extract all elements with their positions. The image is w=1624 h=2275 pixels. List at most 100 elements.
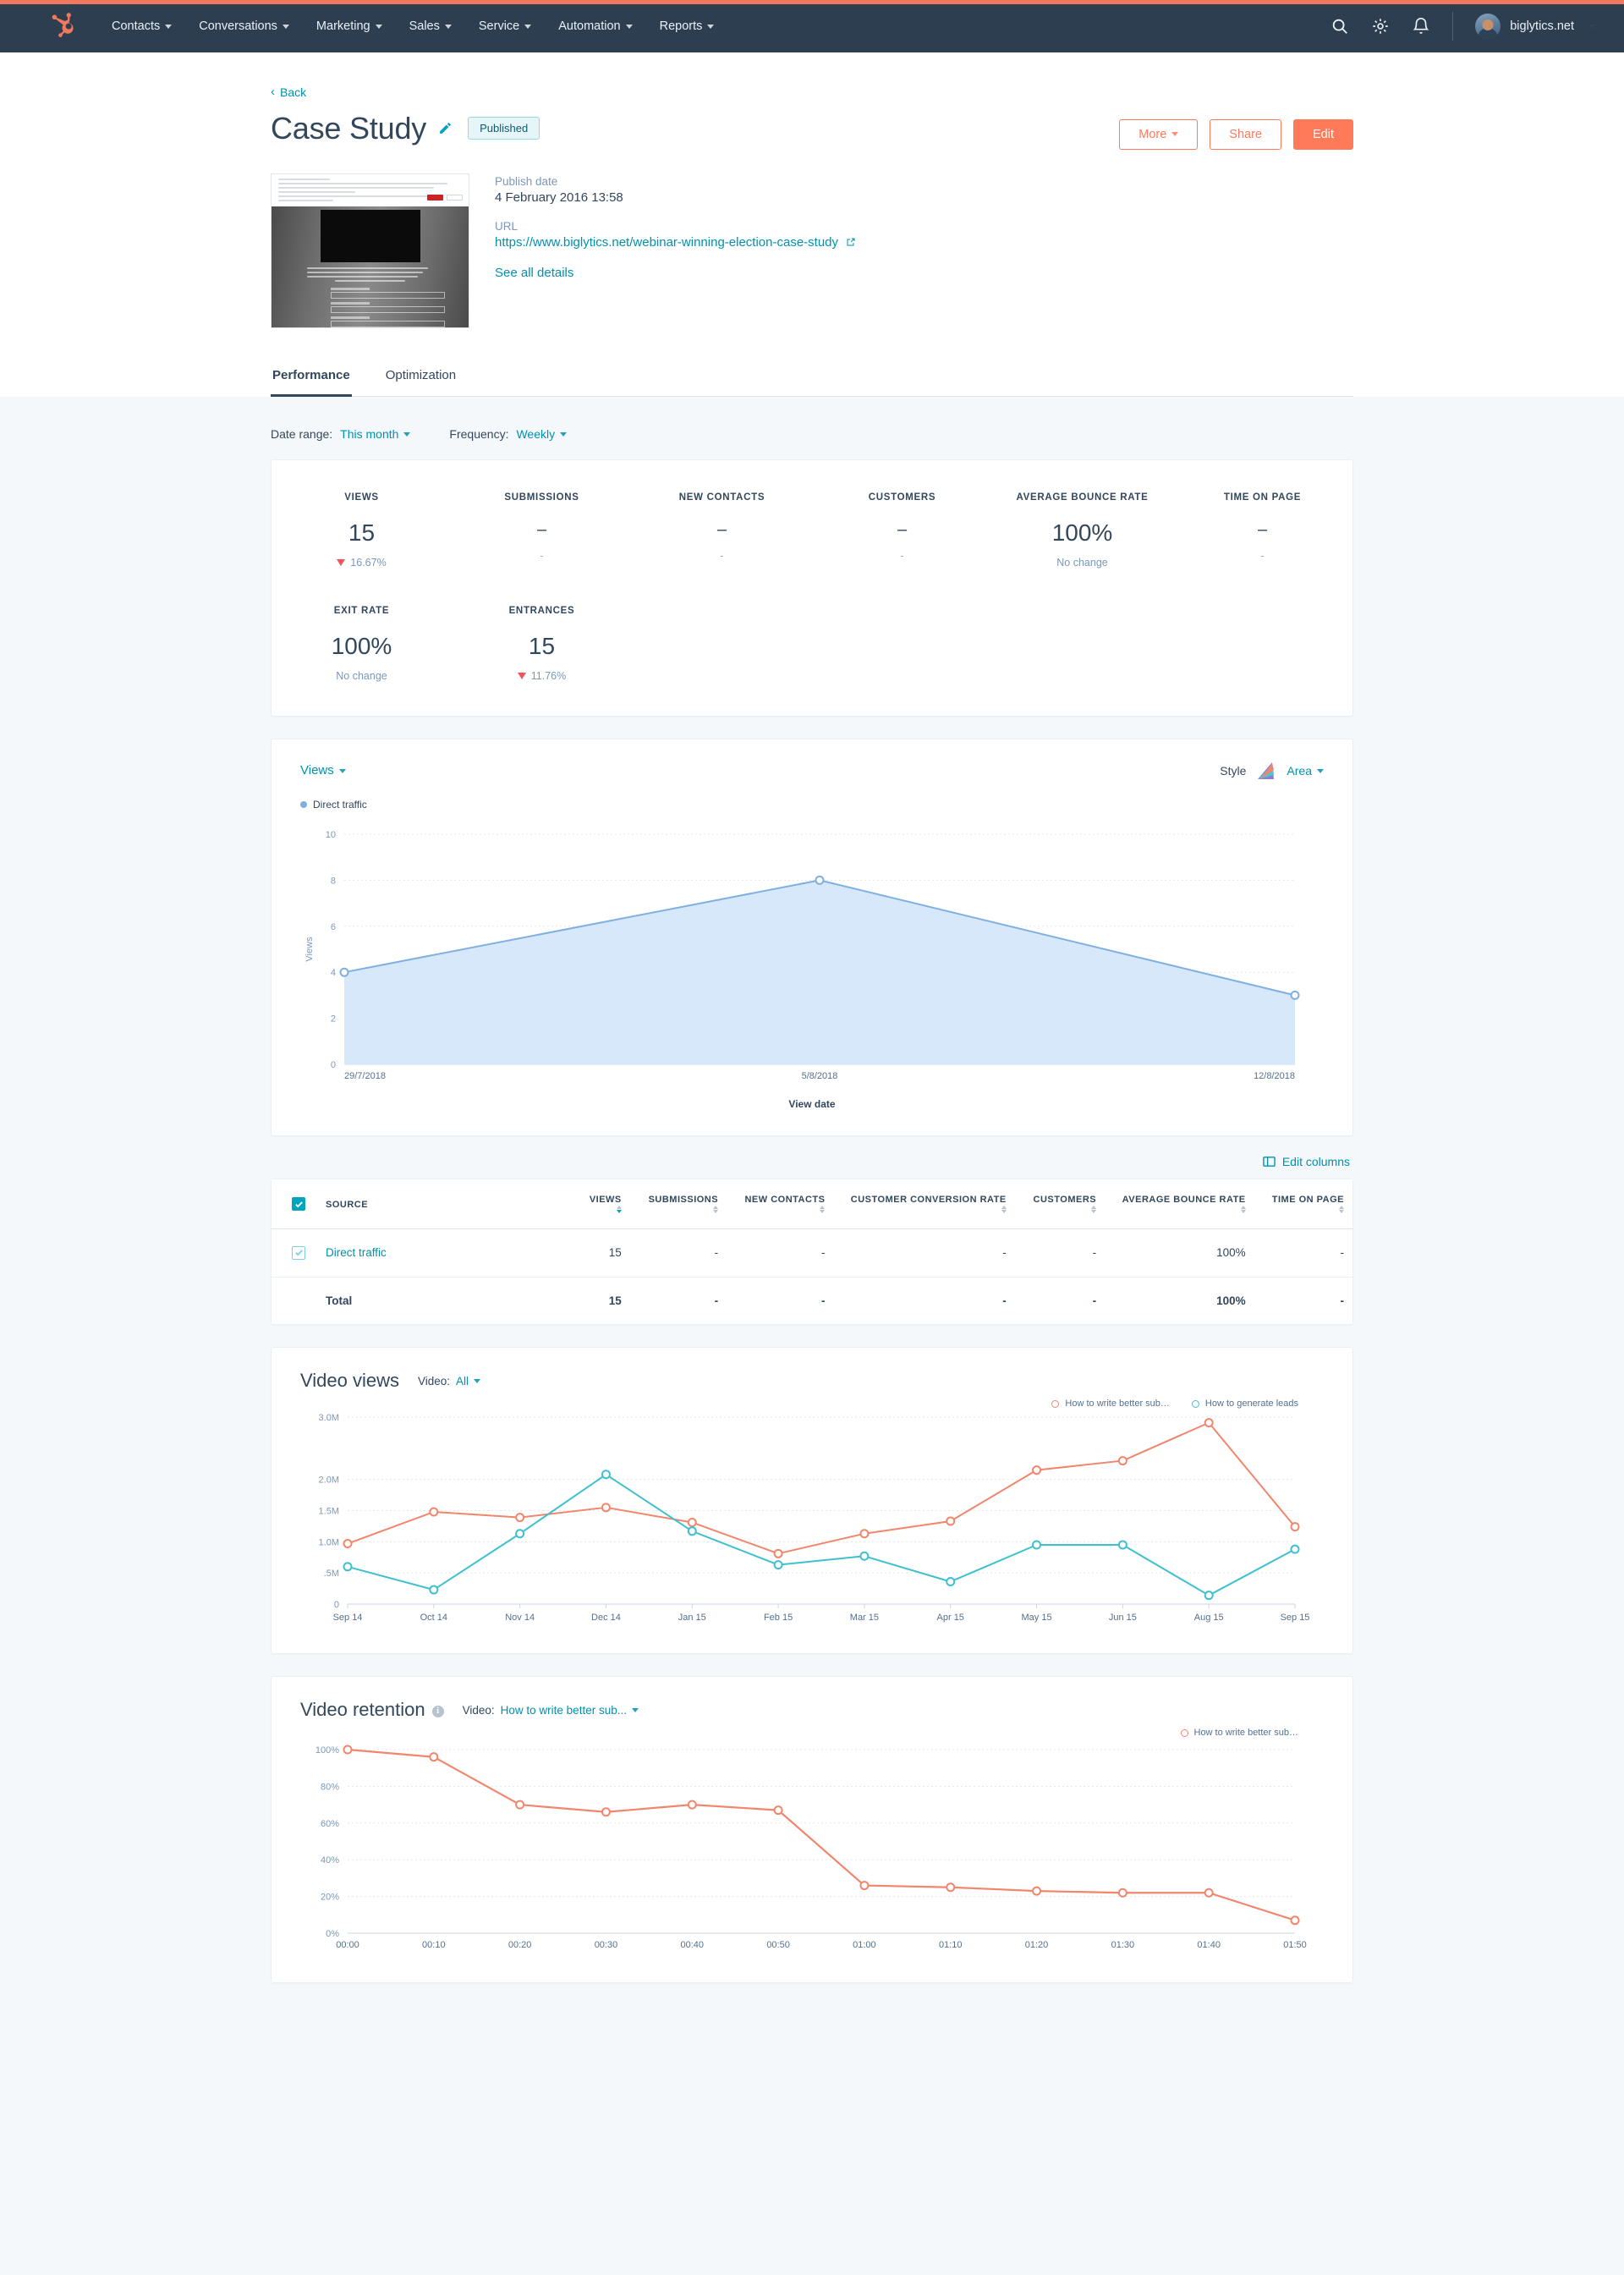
- columns-icon: [1263, 1156, 1276, 1167]
- frequency-label: Frequency:: [449, 426, 509, 441]
- svg-text:Jan 15: Jan 15: [678, 1613, 706, 1623]
- info-icon[interactable]: i: [431, 1705, 444, 1717]
- gear-icon[interactable]: [1371, 17, 1390, 36]
- share-button[interactable]: Share: [1210, 118, 1281, 150]
- nav-item-automation[interactable]: Automation: [545, 0, 645, 52]
- sort-icon: [713, 1206, 719, 1214]
- svg-text:5/8/2018: 5/8/2018: [802, 1071, 838, 1081]
- trend-down-icon: [517, 672, 526, 679]
- nav-item-service[interactable]: Service: [465, 0, 545, 52]
- video-filter-dropdown[interactable]: All: [456, 1374, 481, 1388]
- video-filter-value: All: [456, 1374, 469, 1388]
- svg-text:01:30: 01:30: [1111, 1940, 1135, 1950]
- chevron-down-icon: [1588, 24, 1595, 29]
- kpi-value: 100%: [1051, 519, 1113, 546]
- select-all-checkbox[interactable]: [292, 1197, 305, 1212]
- tab-optimization[interactable]: Optimization: [384, 360, 458, 397]
- legend-item-generate-leads[interactable]: How to generate leads: [1191, 1399, 1298, 1409]
- style-value: Area: [1287, 763, 1312, 778]
- kpi-empty: [812, 606, 992, 682]
- svg-text:29/7/2018: 29/7/2018: [344, 1071, 386, 1081]
- see-all-details-link[interactable]: See all details: [495, 266, 573, 280]
- nav-item-conversations[interactable]: Conversations: [185, 0, 303, 52]
- cell-total-bounce-rate: 100%: [1216, 1294, 1246, 1307]
- legend-item-write-better-subject-lines[interactable]: How to write better sub…: [1051, 1399, 1170, 1409]
- nav-label: Contacts: [112, 19, 161, 33]
- area-style-icon[interactable]: [1255, 761, 1277, 780]
- style-dropdown[interactable]: Area: [1287, 764, 1324, 778]
- metric-dropdown[interactable]: Views: [300, 763, 346, 778]
- tab-performance[interactable]: Performance: [271, 360, 352, 397]
- nav-item-marketing[interactable]: Marketing: [303, 0, 396, 52]
- table-header-row: SOURCE VIEWS SUBMISSIONS NEW CONTACTS CU…: [272, 1179, 1352, 1229]
- svg-text:.5M: .5M: [324, 1569, 339, 1579]
- svg-text:60%: 60%: [321, 1819, 339, 1829]
- more-button[interactable]: More: [1119, 118, 1199, 150]
- nav-item-contacts[interactable]: Contacts: [98, 0, 185, 52]
- edit-title-pencil-icon[interactable]: [438, 121, 453, 135]
- page-tabs: Performance Optimization: [271, 359, 1353, 397]
- video-retention-card: Video retention i Video: How to write bet…: [271, 1676, 1353, 1983]
- sort-icon: [1339, 1206, 1344, 1214]
- kpi-time-on-page: TIME ON PAGE – -: [1172, 492, 1352, 569]
- date-range-label: Date range:: [271, 426, 333, 441]
- th-customers[interactable]: CUSTOMERS: [1014, 1179, 1106, 1229]
- views-area-chart: 0 2 4 6 8 10 29/7/2018 5/8/2018 12/8/2018 Views V…: [300, 822, 1324, 1110]
- th-average-bounce-rate[interactable]: AVERAGE BOUNCE RATE: [1105, 1179, 1254, 1229]
- cell-time-on-page: -: [1254, 1228, 1352, 1278]
- external-link-icon[interactable]: [842, 235, 856, 250]
- legend-item-retention-series[interactable]: How to write better sub…: [1180, 1728, 1298, 1738]
- kpi-new-contacts: NEW CONTACTS – -: [632, 492, 812, 569]
- th-time-on-page[interactable]: TIME ON PAGE: [1254, 1179, 1352, 1229]
- legend-item-direct-traffic[interactable]: Direct traffic: [300, 799, 367, 811]
- sources-table: SOURCE VIEWS SUBMISSIONS NEW CONTACTS CU…: [272, 1179, 1352, 1324]
- select-all-header: [272, 1179, 317, 1229]
- nav-label: Marketing: [315, 19, 370, 33]
- svg-text:Aug 15: Aug 15: [1194, 1613, 1224, 1623]
- date-range-value: This month: [340, 426, 399, 441]
- nav-item-reports[interactable]: Reports: [646, 0, 728, 52]
- chevron-down-icon: [524, 24, 532, 29]
- page-url-link[interactable]: https://www.biglytics.net/webinar-winnin…: [495, 235, 838, 250]
- svg-text:Sep 15: Sep 15: [1281, 1613, 1310, 1623]
- th-label: CUSTOMER CONVERSION RATE: [850, 1194, 1007, 1205]
- search-icon[interactable]: [1330, 17, 1349, 36]
- nav-item-sales[interactable]: Sales: [396, 0, 465, 52]
- table-head: SOURCE VIEWS SUBMISSIONS NEW CONTACTS CU…: [272, 1179, 1352, 1229]
- nav-label: Reports: [659, 19, 703, 33]
- edit-columns-button[interactable]: Edit columns: [1263, 1155, 1350, 1168]
- th-customer-conversion-rate[interactable]: CUSTOMER CONVERSION RATE: [833, 1179, 1015, 1229]
- edit-button[interactable]: Edit: [1293, 118, 1353, 150]
- kpi-empty: [632, 606, 812, 682]
- svg-text:00:10: 00:10: [422, 1940, 446, 1950]
- kpi-delta: -: [720, 549, 724, 562]
- date-range-dropdown[interactable]: This month: [340, 426, 411, 441]
- th-label: CUSTOMERS: [1033, 1194, 1097, 1205]
- style-control: Style Area: [1220, 761, 1324, 780]
- th-new-contacts[interactable]: NEW CONTACTS: [727, 1179, 834, 1229]
- avatar: [1475, 14, 1501, 39]
- nav-label: Service: [478, 19, 520, 33]
- svg-text:00:40: 00:40: [681, 1940, 705, 1950]
- top-navigation-bar: Contacts Conversations Marketing Sales S…: [0, 0, 1624, 52]
- bell-icon[interactable]: [1412, 17, 1430, 36]
- trend-down-icon: [337, 558, 346, 566]
- back-link[interactable]: ‹ Back: [271, 85, 306, 99]
- video-retention-line-plot: 0% 20% 40% 60% 80% 100% 00:00 00:10 00:20 00:30 00…: [315, 1745, 1307, 1950]
- hubspot-logo-icon[interactable]: [51, 12, 80, 41]
- th-views[interactable]: VIEWS: [571, 1179, 630, 1229]
- frequency-dropdown[interactable]: Weekly: [516, 427, 568, 441]
- row-checkbox[interactable]: [292, 1245, 305, 1260]
- source-link-direct-traffic[interactable]: Direct traffic: [326, 1246, 387, 1259]
- page-preview-thumbnail[interactable]: [271, 173, 469, 328]
- video-retention-dropdown[interactable]: How to write better sub...: [501, 1704, 639, 1717]
- kpi-label: EXIT RATE: [333, 605, 390, 616]
- th-source[interactable]: SOURCE: [317, 1179, 571, 1229]
- kpi-delta-text: 16.67%: [350, 556, 387, 569]
- sort-icon: [616, 1206, 622, 1214]
- th-submissions[interactable]: SUBMISSIONS: [629, 1179, 727, 1229]
- chevron-left-icon: ‹: [271, 85, 275, 99]
- account-menu[interactable]: biglytics.net: [1475, 14, 1595, 39]
- svg-text:80%: 80%: [321, 1782, 339, 1792]
- views-chart-header: Views Style Area: [300, 761, 1324, 780]
